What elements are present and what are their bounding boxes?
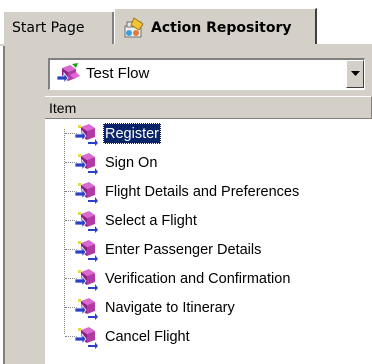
action-icon <box>73 296 99 320</box>
list-item[interactable]: Cancel Flight <box>45 323 372 351</box>
list-item-label-box: Flight Details and Preferences <box>103 181 301 202</box>
action-icon <box>73 238 99 262</box>
action-icon <box>73 325 99 349</box>
tab-action-repository-label: Action Repository <box>151 19 292 36</box>
action-repository-panel: Test Flow Item Register Sign On Flight Det… <box>3 46 372 364</box>
document-tab-strip: Start Page Action Repository <box>0 0 372 46</box>
column-header-item[interactable]: Item <box>45 96 372 119</box>
list-item[interactable]: Verification and Confirmation <box>45 265 372 293</box>
list-item-label: Cancel Flight <box>105 329 190 345</box>
list-item-label: Flight Details and Preferences <box>105 184 300 200</box>
list-item-label-box: Sign On <box>103 152 159 173</box>
action-icon <box>73 180 99 204</box>
panel-edge <box>3 46 5 364</box>
chevron-down-icon <box>350 71 360 76</box>
list-item-label-box: Cancel Flight <box>103 326 192 347</box>
list-item[interactable]: Navigate to Itinerary <box>45 294 372 322</box>
list-item-label-box: Enter Passenger Details <box>103 239 263 260</box>
action-icon <box>73 209 99 233</box>
flow-icon <box>56 62 82 88</box>
list-item[interactable]: Sign On <box>45 149 372 177</box>
tab-action-repository[interactable]: Action Repository <box>114 8 317 46</box>
list-item-label: Verification and Confirmation <box>105 271 291 287</box>
tab-start-page[interactable]: Start Page <box>3 11 113 44</box>
action-list: Item Register Sign On Flight Details and P… <box>45 96 372 364</box>
action-icon <box>73 122 99 146</box>
flow-selector-dropdown[interactable]: Test Flow <box>48 58 365 90</box>
list-item[interactable]: Enter Passenger Details <box>45 236 372 264</box>
list-item-label: Enter Passenger Details <box>105 242 262 258</box>
dropdown-button[interactable] <box>346 60 364 88</box>
action-icon <box>73 267 99 291</box>
list-item-label: Register <box>105 126 159 142</box>
column-header-label: Item <box>49 100 77 116</box>
list-item-label-box: Select a Flight <box>103 210 199 231</box>
list-item-label-box: Verification and Confirmation <box>103 268 292 289</box>
list-item[interactable]: Select a Flight <box>45 207 372 235</box>
list-item-label: Navigate to Itinerary <box>105 300 235 316</box>
list-item-label-box: Register <box>103 123 161 144</box>
list-item[interactable]: Flight Details and Preferences <box>45 178 372 206</box>
tab-start-page-label: Start Page <box>12 20 85 36</box>
action-icon <box>73 151 99 175</box>
repository-icon <box>123 16 147 40</box>
list-item-label-box: Navigate to Itinerary <box>103 297 237 318</box>
list-item-label: Sign On <box>105 155 158 171</box>
list-item-label: Select a Flight <box>105 213 197 229</box>
flow-selector-value: Test Flow <box>86 65 150 82</box>
list-item[interactable]: Register <box>45 120 372 148</box>
